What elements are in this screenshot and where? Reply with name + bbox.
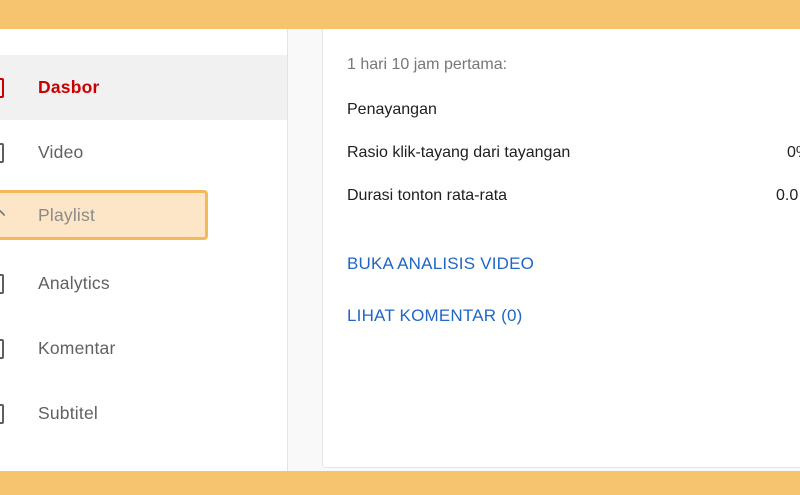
comment-icon xyxy=(0,338,4,359)
view-comments-link[interactable]: LIHAT KOMENTAR (0) xyxy=(347,306,523,326)
sidebar-item-label: Dasbor xyxy=(38,77,100,97)
stat-value-ctr: 0% xyxy=(787,144,800,161)
video-icon xyxy=(0,142,4,163)
stat-label-views: Penayangan xyxy=(347,101,437,118)
sidebar-item-komentar[interactable]: Komentar xyxy=(0,316,287,381)
sidebar-item-label: Subtitel xyxy=(38,403,98,423)
sidebar-item-analytics[interactable]: Analytics xyxy=(0,251,287,316)
sidebar-item-label: Video xyxy=(38,142,84,162)
sidebar-item-video[interactable]: Video xyxy=(0,120,287,185)
stat-label-ctr: Rasio klik-tayang dari tayangan xyxy=(347,144,571,161)
analytics-icon xyxy=(0,273,4,294)
video-stats-card: 1 hari 10 jam pertama: Penayangan Rasio … xyxy=(322,29,800,468)
stat-label-avg-duration: Durasi tonton rata-rata xyxy=(347,187,508,204)
subtitles-icon xyxy=(0,403,4,424)
sidebar-item-label: Playlist xyxy=(38,204,96,225)
sidebar-item-dasbor[interactable]: Dasbor xyxy=(0,55,287,120)
sidebar-item-label: Komentar xyxy=(38,338,116,358)
stat-value-avg-duration: 0.0 xyxy=(776,187,799,204)
playlist-icon xyxy=(0,209,6,221)
sidebar-item-playlist[interactable]: Playlist xyxy=(0,190,208,240)
sidebar-item-label: Analytics xyxy=(38,273,110,293)
open-video-analytics-link[interactable]: BUKA ANALISIS VIDEO xyxy=(347,254,534,274)
sidebar-item-subtitel[interactable]: Subtitel xyxy=(0,381,287,446)
period-label: 1 hari 10 jam pertama: xyxy=(347,56,508,73)
dashboard-icon xyxy=(0,77,4,98)
studio-window: Dasbor Video Playlist Analytics Komentar… xyxy=(0,29,800,471)
sidebar: Dasbor Video Playlist Analytics Komentar… xyxy=(0,29,288,471)
